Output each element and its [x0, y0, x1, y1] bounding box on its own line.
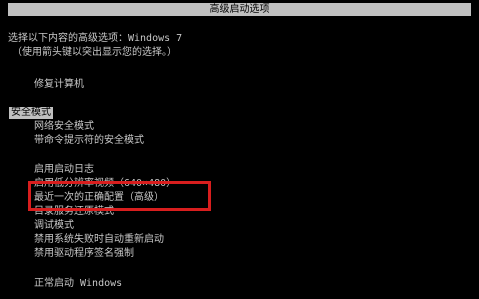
instruction-line-1: 选择以下内容的高级选项：Windows 7 [8, 33, 183, 44]
option-safe-mode-networking[interactable]: 网络安全模式 [32, 121, 96, 133]
instruction-line-2: （使用箭头键以突出显示您的选择。） [12, 47, 177, 58]
page-title: 高级启动选项 [209, 4, 270, 15]
option-start-windows-normally[interactable]: 正常启动 Windows [32, 278, 124, 290]
option-disable-auto-restart[interactable]: 禁用系统失败时自动重新启动 [32, 234, 166, 246]
option-safe-mode-command-prompt[interactable]: 带命令提示符的安全模式 [32, 135, 146, 147]
red-annotation-box [28, 181, 211, 211]
option-debugging-mode[interactable]: 调试模式 [32, 220, 76, 232]
option-repair-computer[interactable]: 修复计算机 [32, 79, 86, 91]
option-boot-logging[interactable]: 启用启动日志 [32, 164, 96, 176]
title-bar: 高级启动选项 [8, 3, 471, 16]
option-safe-mode[interactable]: 安全模式 [9, 107, 53, 119]
option-disable-driver-signature[interactable]: 禁用驱动程序签名强制 [32, 248, 136, 260]
